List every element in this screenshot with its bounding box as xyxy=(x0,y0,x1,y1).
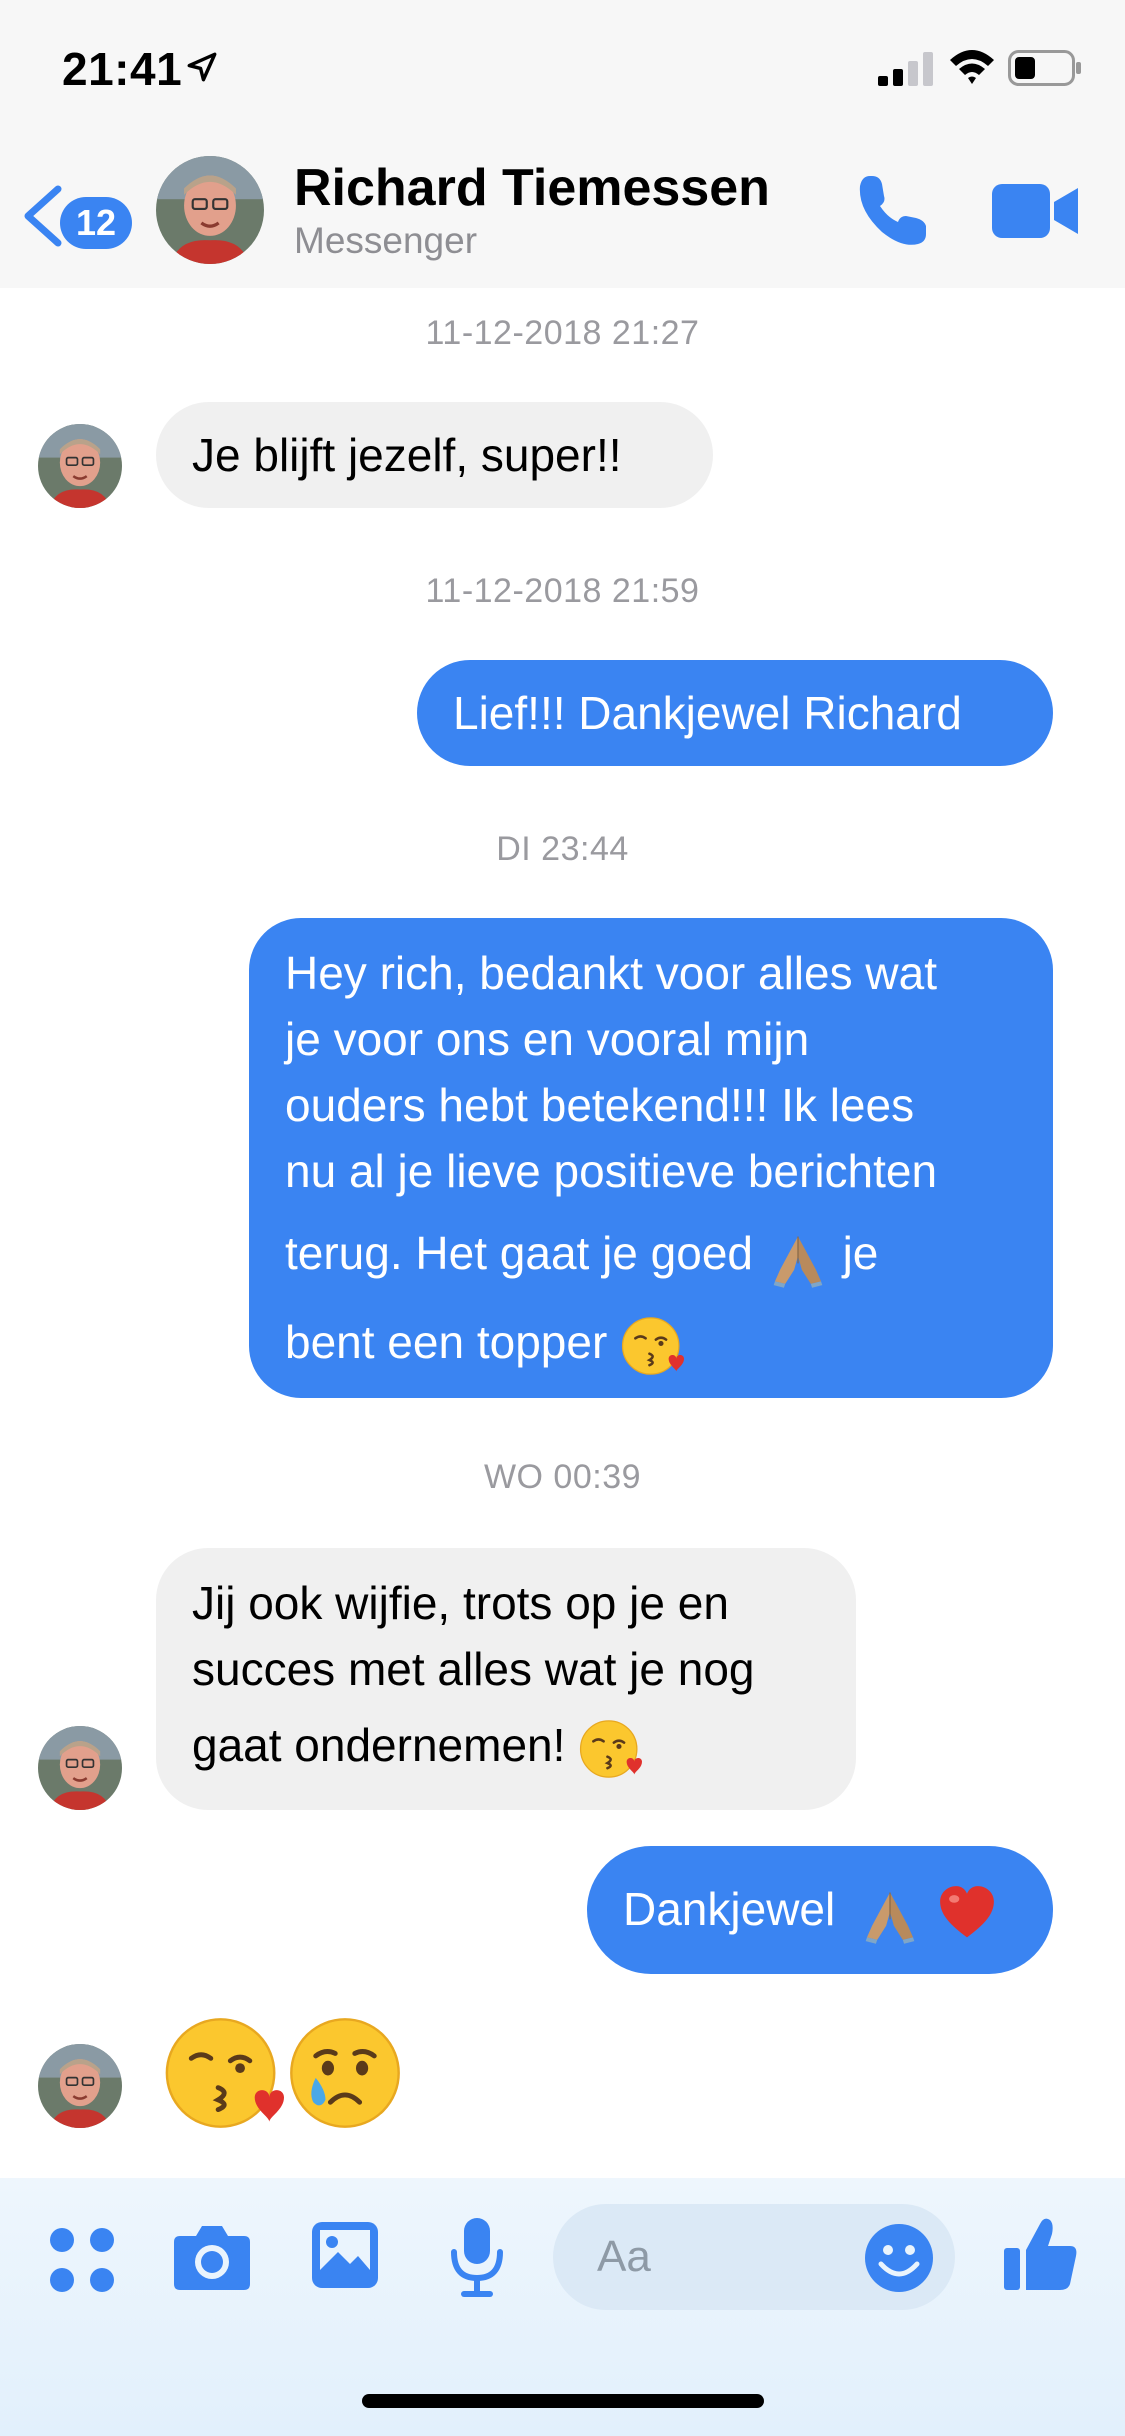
back-chevron-icon xyxy=(24,185,62,247)
microphone-icon[interactable] xyxy=(446,2216,508,2298)
message-bubble-outgoing[interactable]: Lief!!! Dankjewel Richard xyxy=(417,660,1053,766)
message-text: Je blijft jezelf, super!! xyxy=(192,429,622,481)
message-text: Lief!!! Dankjewel Richard xyxy=(453,687,962,739)
signal-icon xyxy=(878,52,933,86)
camera-icon[interactable] xyxy=(172,2220,252,2292)
video-camera-icon[interactable] xyxy=(992,178,1080,244)
contact-avatar[interactable] xyxy=(156,156,264,264)
message-input[interactable]: Aa xyxy=(553,2204,955,2310)
status-time: 21:41 xyxy=(62,43,183,95)
kissing-heart-emoji xyxy=(620,1314,684,1378)
timestamp: WO 00:39 xyxy=(483,1458,642,1496)
folded-hands-emoji xyxy=(858,1881,922,1945)
location-arrow-icon xyxy=(187,52,217,82)
message-line: bent een topper xyxy=(285,1315,608,1368)
message-text: Dankjewel xyxy=(623,1883,836,1935)
more-apps-icon[interactable] xyxy=(48,2226,116,2294)
timestamp: 11-12-2018 21:59 xyxy=(425,572,700,610)
message-line: je voor ons en vooral mijn xyxy=(285,1013,810,1065)
thumbs-up-icon[interactable] xyxy=(1004,2214,1078,2292)
message-line: nu al je lieve positieve berichten xyxy=(285,1145,938,1197)
contact-name[interactable]: Richard Tiemessen xyxy=(294,158,770,218)
emoji-icon[interactable] xyxy=(863,2222,935,2294)
crying-face-emoji xyxy=(284,2012,406,2134)
message-bubble-outgoing[interactable]: Dankjewel xyxy=(587,1846,1053,1974)
message-line: Hey rich, bedankt voor alles wat xyxy=(285,947,937,999)
wifi-icon xyxy=(950,50,994,84)
message-line: succes met alles wat je nog xyxy=(192,1643,755,1695)
conversation-header: 12 Richard Tiemessen Messenger xyxy=(0,140,1125,288)
contact-subtitle: Messenger xyxy=(294,220,478,261)
timestamp: 11-12-2018 21:27 xyxy=(425,314,700,352)
battery-icon xyxy=(1008,50,1081,86)
timestamp: DI 23:44 xyxy=(496,830,629,868)
gallery-icon[interactable] xyxy=(310,2220,380,2290)
red-heart-emoji xyxy=(935,1881,999,1945)
kissing-heart-emoji xyxy=(162,2012,284,2134)
contact-avatar-small[interactable] xyxy=(38,424,122,508)
message-line: je xyxy=(842,1227,879,1279)
message-line: ouders hebt betekend!!! Ik lees xyxy=(285,1079,915,1131)
kissing-heart-emoji xyxy=(578,1717,642,1781)
contact-avatar-small[interactable] xyxy=(38,2044,122,2128)
unread-count-badge: 12 xyxy=(60,197,132,249)
status-bar: 21:41 xyxy=(0,0,1125,140)
home-indicator[interactable] xyxy=(362,2394,764,2408)
message-line: gaat ondernemen! xyxy=(192,1719,566,1771)
message-input-placeholder: Aa xyxy=(597,2232,651,2281)
message-bubble-outgoing[interactable]: Hey rich, bedankt voor alles wat je voor… xyxy=(249,918,1053,1398)
message-line: terug. Het gaat je goed xyxy=(285,1227,753,1279)
phone-icon[interactable] xyxy=(852,170,932,250)
message-bubble-incoming[interactable]: Jij ook wijfie, trots op je en succes me… xyxy=(156,1548,856,1810)
message-bubble-incoming[interactable]: Je blijft jezelf, super!! xyxy=(156,402,713,508)
message-line: Jij ook wijfie, trots op je en xyxy=(192,1577,729,1629)
back-button[interactable]: 12 xyxy=(20,175,140,255)
folded-hands-emoji xyxy=(766,1225,830,1289)
composer-bar: Aa xyxy=(0,2178,1125,2436)
contact-avatar-small[interactable] xyxy=(38,1726,122,1810)
